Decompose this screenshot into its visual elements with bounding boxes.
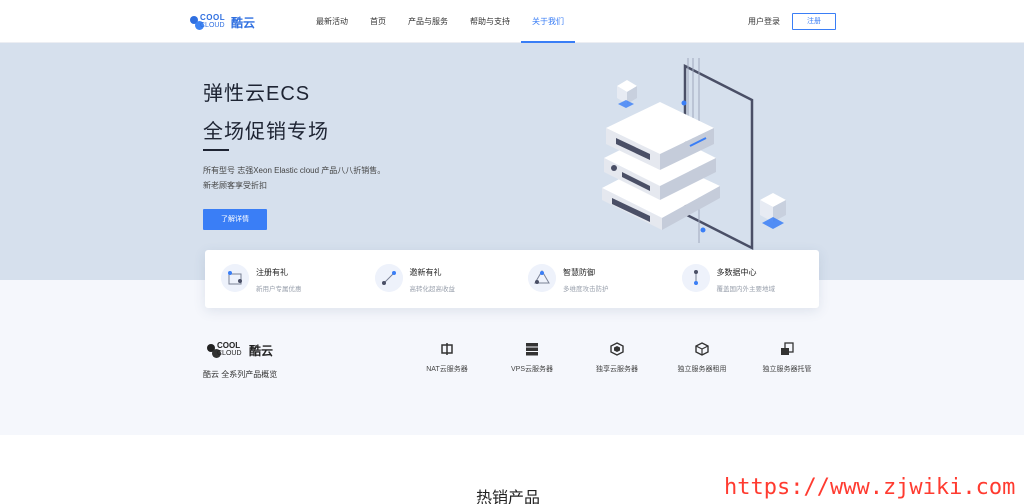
hero-divider — [203, 149, 229, 151]
feature-register-gift[interactable]: 注册有礼 新用户专属优惠 — [205, 250, 359, 308]
logo-mark-icon: COOL CLOUD — [190, 12, 228, 32]
server-illustration-icon — [602, 58, 786, 251]
vps-icon — [526, 343, 538, 356]
overview-logo: COOL CLOUD 酷云 — [207, 340, 273, 360]
hero-banner: 弹性云ECS 全场促销专场 所有型号 志强Xeon Elastic cloud … — [0, 43, 1024, 280]
hosting-icon — [781, 342, 794, 355]
invite-icon — [374, 264, 403, 292]
box-icon — [695, 342, 709, 356]
hero-title: 弹性云ECS — [203, 83, 311, 105]
feature-title: 邀新有礼 — [409, 268, 442, 277]
feature-title: 注册有礼 — [256, 268, 288, 277]
overview-title: 酷云 全系列产品概览 — [203, 370, 278, 379]
gift-icon — [221, 264, 249, 292]
nav-item-home[interactable]: 首页 — [359, 0, 397, 43]
nav-item-products[interactable]: 产品与服务 — [397, 0, 459, 43]
main-nav: 最新活动 首页 产品与服务 帮助与支持 关于我们 — [305, 0, 575, 43]
feature-subtitle: 高转化超高收益 — [409, 286, 456, 293]
feature-invite-gift[interactable]: 邀新有礼 高转化超高收益 — [359, 250, 513, 308]
shield-icon — [528, 264, 556, 292]
watermark-url: https://www.zjwiki.com — [724, 475, 1016, 500]
hero-description: 所有型号 志强Xeon Elastic cloud 产品八八折销售。 — [203, 166, 386, 175]
feature-subtitle: 新用户专属优惠 — [256, 286, 302, 293]
product-vps[interactable]: VPS云服务器 — [492, 342, 572, 374]
nav-item-about[interactable]: 关于我们 — [521, 0, 575, 43]
overview-logo-text: 酷云 — [249, 343, 274, 358]
top-header: COOL CLOUD 酷云 最新活动 首页 产品与服务 帮助与支持 关于我们 用… — [0, 0, 1024, 43]
brand-logo[interactable]: COOL CLOUD 酷云 — [190, 12, 255, 32]
product-dedicated-cloud[interactable]: 独享云服务器 — [577, 342, 657, 374]
product-server-hosting[interactable]: 独立服务器托管 — [747, 342, 827, 374]
feature-subtitle: 覆盖国内外主要地域 — [716, 286, 776, 293]
nav-item-latest[interactable]: 最新活动 — [305, 0, 359, 43]
hero-subtitle: 全场促销专场 — [203, 121, 329, 143]
features-card: 注册有礼 新用户专属优惠 邀新有礼 高转化超高收益 智慧防御 多维度攻击防护 多… — [205, 250, 819, 308]
feature-subtitle: 多维度攻击防护 — [563, 286, 609, 293]
nav-item-help[interactable]: 帮助与支持 — [459, 0, 521, 43]
logo-text: 酷云 — [231, 15, 256, 30]
feature-multi-datacenter[interactable]: 多数据中心 覆盖国内外主要地域 — [666, 250, 820, 308]
feature-title: 多数据中心 — [716, 268, 757, 277]
feature-title: 智慧防御 — [563, 268, 595, 277]
product-server-rental[interactable]: 独立服务器租用 — [662, 342, 742, 374]
login-link[interactable]: 用户登录 — [748, 16, 780, 27]
nat-icon — [441, 343, 453, 355]
product-nat[interactable]: NAT云服务器 — [407, 342, 487, 374]
hot-products-heading: 热销产品 — [476, 490, 541, 504]
hero-description-2: 新老顾客享受折扣 — [203, 181, 267, 190]
overview-logo-mark-icon: COOL CLOUD — [207, 340, 247, 360]
cube-icon — [610, 342, 624, 356]
datacenter-icon — [681, 264, 710, 292]
learn-more-button[interactable]: 了解详情 — [203, 209, 267, 230]
register-button[interactable]: 注册 — [792, 13, 836, 30]
feature-smart-defense[interactable]: 智慧防御 多维度攻击防护 — [512, 250, 666, 308]
